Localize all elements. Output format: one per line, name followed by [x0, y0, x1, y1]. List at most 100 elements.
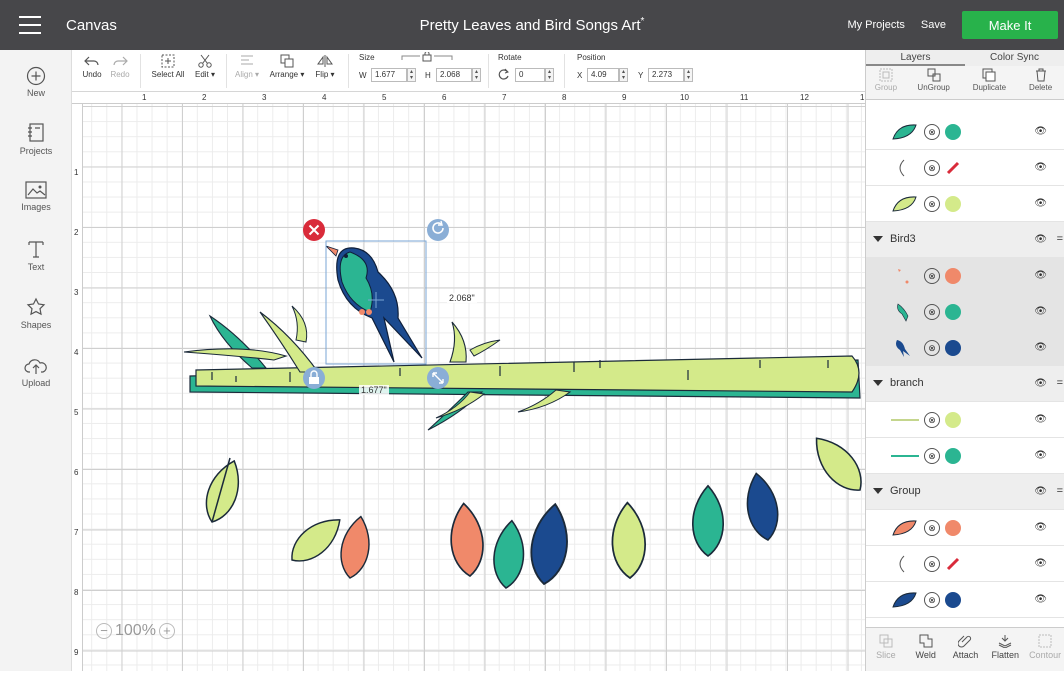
y-position-input[interactable]: 2.273 — [648, 68, 684, 82]
align-menu-button[interactable]: Align ▾ — [230, 54, 264, 79]
duplicate-button[interactable]: Duplicate — [962, 66, 1018, 99]
layer-color-swatch[interactable] — [945, 448, 961, 464]
layer-row[interactable]: ⊗ 👁 — [866, 582, 1064, 618]
layer-row[interactable]: ⊗ 👁 — [866, 150, 1064, 186]
cut-operation-icon[interactable]: ⊗ — [924, 268, 940, 284]
flip-menu-button[interactable]: Flip ▾ — [310, 54, 340, 79]
cut-operation-icon[interactable]: ⊗ — [924, 196, 940, 212]
weld-button[interactable]: Weld — [906, 628, 946, 671]
contour-button[interactable]: Contour — [1025, 628, 1064, 671]
sidebar-item-text[interactable]: Text — [0, 238, 72, 272]
x-position-input[interactable]: 4.09 — [587, 68, 619, 82]
arrange-menu-button[interactable]: Arrange ▾ — [266, 54, 308, 79]
layer-row[interactable]: ⊗ 👁 — [866, 114, 1064, 150]
cut-operation-icon[interactable]: ⊗ — [924, 448, 940, 464]
eye-icon[interactable]: 👁 — [1034, 198, 1047, 209]
drag-handle-icon[interactable]: = — [1057, 377, 1063, 389]
cut-operation-icon[interactable]: ⊗ — [924, 340, 940, 356]
group-button[interactable]: Group — [866, 66, 906, 99]
sidebar-item-shapes[interactable]: Shapes — [0, 296, 72, 330]
drag-handle-icon[interactable]: = — [1057, 485, 1063, 497]
rotate-stepper[interactable]: ▴ ▾ — [545, 68, 554, 82]
tab-color-sync[interactable]: Color Sync — [965, 50, 1064, 66]
rotate-input[interactable]: 0 — [515, 68, 545, 82]
cut-operation-icon[interactable]: ⊗ — [924, 592, 940, 608]
cut-operation-icon[interactable]: ⊗ — [924, 520, 940, 536]
eye-icon[interactable]: 👁 — [1034, 342, 1047, 353]
eye-icon[interactable]: 👁 — [1034, 306, 1047, 317]
resize-handle[interactable] — [427, 367, 449, 389]
bird-artwork[interactable] — [325, 245, 423, 363]
layer-color-swatch[interactable] — [945, 412, 961, 428]
lock-aspect-icon[interactable] — [400, 52, 454, 62]
cut-operation-icon[interactable]: ⊗ — [924, 160, 940, 176]
eye-icon[interactable]: 👁 — [1034, 594, 1047, 605]
eye-icon[interactable]: 👁 — [1034, 270, 1047, 281]
layer-color-swatch[interactable] — [945, 340, 961, 356]
y-position-stepper[interactable]: ▴ ▾ — [684, 68, 693, 82]
cut-operation-icon[interactable]: ⊗ — [924, 124, 940, 140]
layer-row[interactable]: ⊗ 👁 — [866, 510, 1064, 546]
eye-icon[interactable]: 👁 — [1034, 378, 1047, 389]
drag-handle-icon[interactable]: = — [1057, 233, 1063, 245]
zoom-in-button[interactable]: + — [158, 623, 175, 639]
layer-row[interactable]: ⊗ 👁 — [866, 258, 1064, 294]
eye-icon[interactable]: 👁 — [1034, 522, 1047, 533]
sidebar-item-new[interactable]: New — [0, 66, 72, 98]
attach-button[interactable]: Attach — [946, 628, 986, 671]
width-stepper[interactable]: ▴ ▾ — [407, 68, 416, 82]
layer-group-group[interactable]: Group 👁 = — [866, 474, 1064, 510]
zoom-out-button[interactable]: − — [96, 623, 112, 639]
layer-group-branch[interactable]: branch 👁 = — [866, 366, 1064, 402]
lock-handle[interactable] — [303, 367, 325, 389]
chevron-down-icon[interactable] — [873, 380, 883, 386]
layer-group-bird3[interactable]: Bird3 👁 = — [866, 222, 1064, 258]
x-position-stepper[interactable]: ▴ ▾ — [619, 68, 628, 82]
make-it-button[interactable]: Make It — [962, 11, 1058, 39]
eye-icon[interactable]: 👁 — [1034, 126, 1047, 137]
layer-color-swatch[interactable] — [945, 124, 961, 140]
save-button[interactable]: Save — [921, 19, 946, 31]
eye-icon[interactable]: 👁 — [1034, 414, 1047, 425]
cut-operation-icon[interactable]: ⊗ — [924, 412, 940, 428]
height-stepper[interactable]: ▴ ▾ — [472, 68, 481, 82]
sidebar-item-projects[interactable]: Projects — [0, 122, 72, 156]
rotate-handle[interactable] — [427, 219, 449, 241]
delete-handle[interactable] — [303, 219, 325, 241]
cut-operation-icon[interactable]: ⊗ — [924, 556, 940, 572]
eye-icon[interactable]: 👁 — [1034, 234, 1047, 245]
eye-icon[interactable]: 👁 — [1034, 450, 1047, 461]
edit-menu-button[interactable]: Edit ▾ — [190, 54, 220, 79]
select-all-button[interactable]: Select All — [148, 54, 188, 79]
layer-row[interactable]: ⊗ 👁 — [866, 546, 1064, 582]
delete-button[interactable]: Delete — [1017, 66, 1064, 99]
layer-color-swatch[interactable] — [945, 592, 961, 608]
layer-color-swatch[interactable] — [945, 268, 961, 284]
undo-button[interactable]: Undo — [78, 54, 106, 79]
layer-color-swatch[interactable] — [945, 196, 961, 212]
sidebar-item-upload[interactable]: Upload — [0, 356, 72, 388]
layer-row[interactable]: ⊗ 👁 — [866, 402, 1064, 438]
layer-row[interactable]: ⊗ 👁 — [866, 186, 1064, 222]
slice-button[interactable]: Slice — [866, 628, 906, 671]
layer-color-swatch[interactable] — [945, 304, 961, 320]
eye-icon[interactable]: 👁 — [1034, 162, 1047, 173]
no-color-swatch-icon[interactable] — [945, 556, 961, 572]
width-input[interactable]: 1.677 — [371, 68, 407, 82]
layer-row[interactable]: ⊗ 👁 — [866, 294, 1064, 330]
my-projects-link[interactable]: My Projects — [847, 19, 904, 31]
chevron-down-icon[interactable] — [873, 236, 883, 242]
flatten-button[interactable]: Flatten — [985, 628, 1025, 671]
layer-row[interactable]: ⊗ 👁 — [866, 330, 1064, 366]
height-input[interactable]: 2.068 — [436, 68, 472, 82]
leaf-artwork[interactable] — [198, 428, 865, 591]
cut-operation-icon[interactable]: ⊗ — [924, 304, 940, 320]
sidebar-item-images[interactable]: Images — [0, 180, 72, 212]
chevron-down-icon[interactable] — [873, 488, 883, 494]
branch-artwork[interactable] — [183, 305, 861, 431]
ungroup-button[interactable]: UnGroup — [906, 66, 962, 99]
no-color-swatch-icon[interactable] — [945, 160, 961, 176]
menu-button[interactable] — [0, 0, 60, 50]
eye-icon[interactable]: 👁 — [1034, 486, 1047, 497]
tab-layers[interactable]: Layers — [866, 50, 965, 66]
